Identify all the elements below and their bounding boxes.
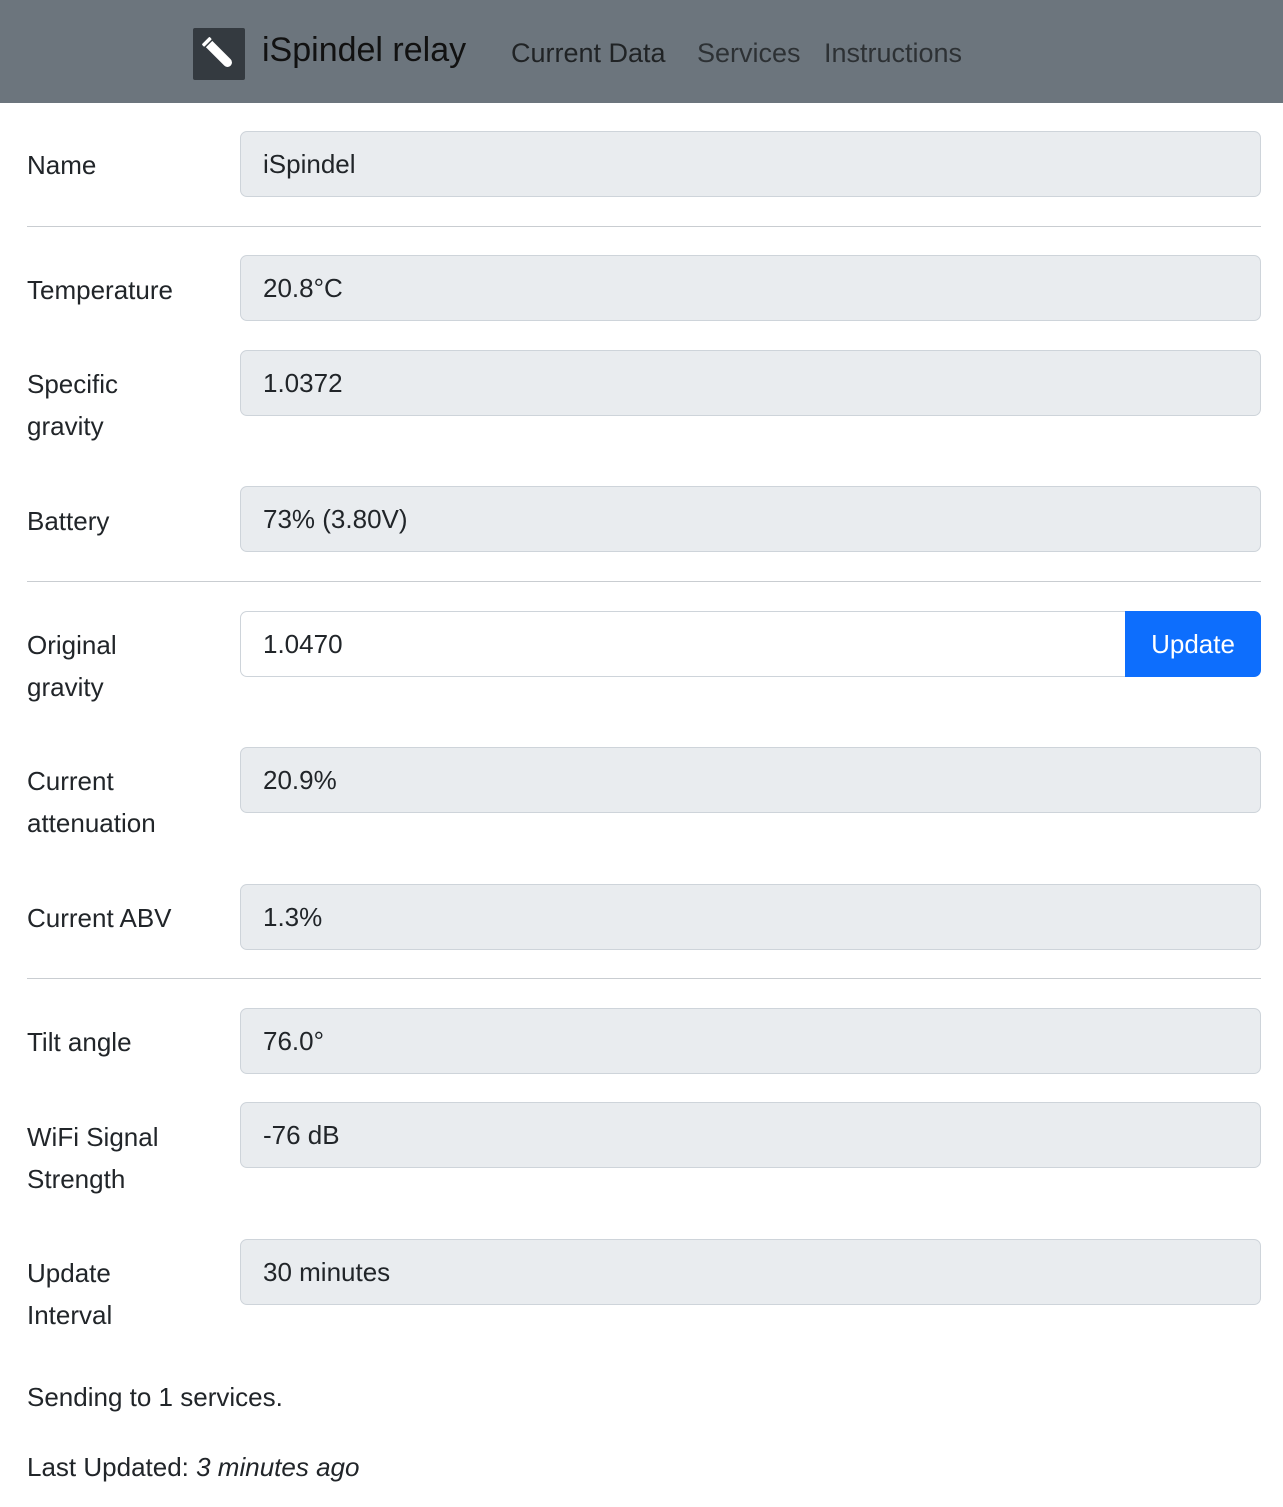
divider — [27, 226, 1261, 227]
battery-field: 73% (3.80V) — [240, 486, 1261, 552]
last-updated: Last Updated: 3 minutes ago — [27, 1447, 359, 1487]
divider — [27, 978, 1261, 979]
tilt-angle-field: 76.0° — [240, 1008, 1261, 1074]
tilt-angle-label: Tilt angle — [27, 1027, 132, 1057]
update-interval-label: Update Interval — [27, 1258, 113, 1330]
nav-services[interactable]: Services — [697, 35, 801, 71]
navbar: iSpindel relay Current Data Services Ins… — [0, 0, 1283, 103]
specific-gravity-field: 1.0372 — [240, 350, 1261, 416]
update-interval-field: 30 minutes — [240, 1239, 1261, 1305]
battery-label: Battery — [27, 506, 110, 536]
update-button[interactable]: Update — [1125, 611, 1261, 677]
current-abv-field: 1.3% — [240, 884, 1261, 950]
current-abv-label: Current ABV — [27, 903, 172, 933]
wifi-signal-label: WiFi Signal Strength — [27, 1122, 159, 1194]
original-gravity-label: Original gravity — [27, 630, 117, 702]
wifi-signal-field: -76 dB — [240, 1102, 1261, 1168]
temperature-field: 20.8°C — [240, 255, 1261, 321]
original-gravity-input[interactable] — [240, 611, 1126, 677]
test-tube-icon[interactable] — [193, 28, 245, 80]
last-updated-label: Last Updated: — [27, 1452, 189, 1482]
current-attenuation-label: Current attenuation — [27, 766, 156, 838]
specific-gravity-label: Specific gravity — [27, 369, 119, 441]
nav-instructions[interactable]: Instructions — [824, 35, 962, 71]
temperature-label: Temperature — [27, 275, 173, 305]
divider — [27, 581, 1261, 582]
brand-title[interactable]: iSpindel relay — [262, 28, 466, 72]
name-label: Name — [27, 150, 97, 180]
current-attenuation-field: 20.9% — [240, 747, 1261, 813]
nav-current-data[interactable]: Current Data — [511, 35, 666, 71]
last-updated-value: 3 minutes ago — [196, 1452, 360, 1482]
name-field: iSpindel — [240, 131, 1261, 197]
sending-status: Sending to 1 services. — [27, 1382, 283, 1412]
